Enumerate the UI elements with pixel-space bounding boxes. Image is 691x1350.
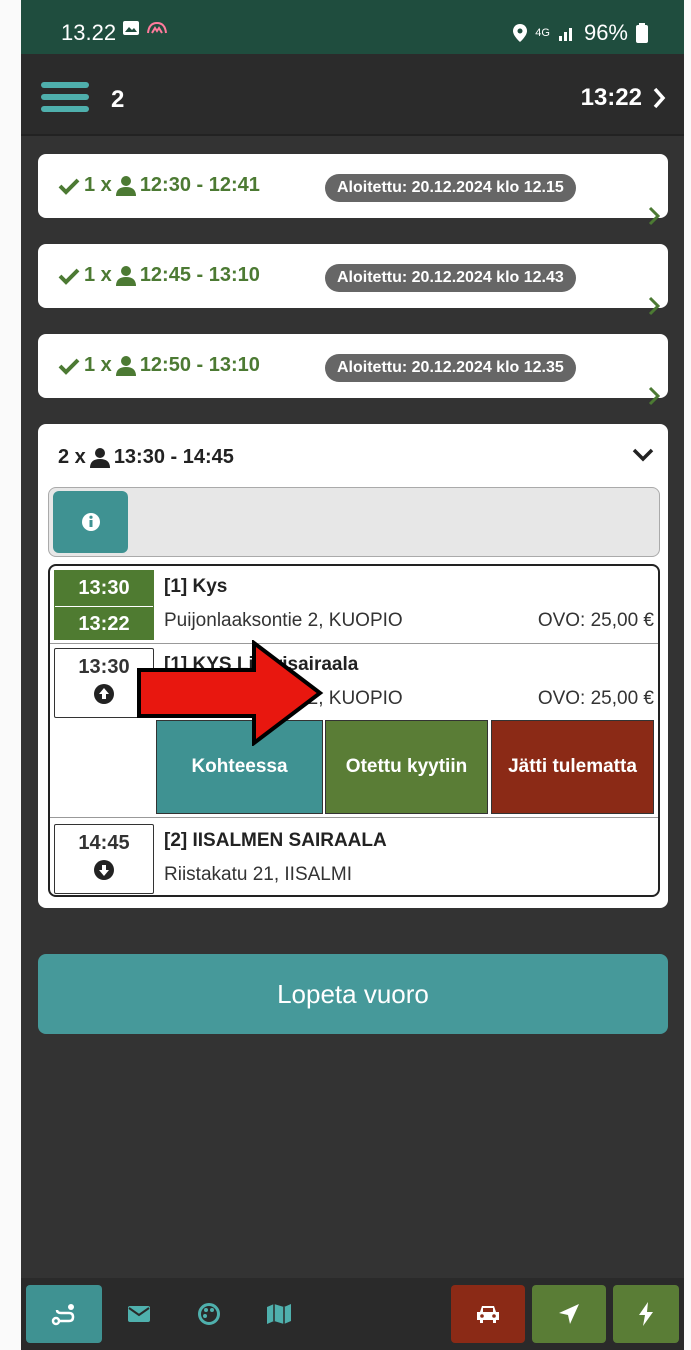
stop-address: Riistakatu 21, IISALMI xyxy=(164,864,352,885)
stop-times: 13:30 13:22 xyxy=(54,570,154,640)
nav-route[interactable] xyxy=(26,1285,102,1343)
trip-time-range: 12:30 - 12:41 xyxy=(139,174,260,196)
trip-count: 1 x xyxy=(84,174,112,196)
stop-price: OVO: 25,00 € xyxy=(537,688,654,709)
planned-time: 13:30 xyxy=(78,577,130,599)
status-badge: Aloitettu: 20.12.2024 klo 12.35 xyxy=(325,354,576,382)
stop-price: OVO: 25,00 € xyxy=(537,610,654,631)
pickup-arrow-icon xyxy=(94,684,114,704)
bolt-icon xyxy=(639,1302,653,1326)
red-arrow-annotation xyxy=(137,640,324,746)
status-right: 4G 96% xyxy=(513,20,648,46)
active-trip-card: 2 x 13:30 - 14:45 13:30 13:22 [1] Kys Pu… xyxy=(38,424,668,908)
dropoff-arrow-icon xyxy=(94,860,114,880)
chevron-right-icon xyxy=(648,386,660,406)
status-bar: 13.22 4G 96% xyxy=(21,0,684,54)
next-time-button[interactable]: 13:22 xyxy=(581,84,666,112)
palette-icon xyxy=(198,1303,220,1325)
check-icon xyxy=(58,178,80,195)
stop-item[interactable]: 14:45 [2] IISALMEN SAIRAALA Riistakatu 2… xyxy=(50,818,658,895)
trip-time-range: 12:45 - 13:10 xyxy=(139,264,260,286)
battery-icon xyxy=(636,23,648,43)
status-time: 13.22 xyxy=(61,20,117,45)
car-icon xyxy=(477,1306,499,1323)
trip-count: 1 x xyxy=(84,264,112,286)
trip-card-2[interactable]: 1 x 12:45 - 13:10 Aloitettu: 20.12.2024 … xyxy=(38,244,668,316)
person-icon xyxy=(115,175,136,196)
trip-card-1[interactable]: 1 x 12:30 - 12:41 Aloitettu: 20.12.2024 … xyxy=(38,154,668,226)
person-icon xyxy=(115,355,136,376)
nav-navigation[interactable] xyxy=(532,1285,606,1343)
stop-name: [2] IISALMEN SAIRAALA xyxy=(164,830,387,851)
gallery-icon xyxy=(123,21,139,35)
person-icon xyxy=(115,265,136,286)
route-icon xyxy=(51,1304,75,1326)
location-icon xyxy=(513,24,528,42)
status-badge: Aloitettu: 20.12.2024 klo 12.15 xyxy=(325,174,576,202)
trip-card-3[interactable]: 1 x 12:50 - 13:10 Aloitettu: 20.12.2024 … xyxy=(38,334,668,406)
end-shift-button[interactable]: Lopeta vuoro xyxy=(38,954,668,1034)
stop-item[interactable]: 13:30 13:22 [1] Kys Puijonlaaksontie 2, … xyxy=(50,566,658,644)
status-icons xyxy=(122,19,168,37)
nav-messages[interactable] xyxy=(111,1285,167,1343)
chevron-right-icon xyxy=(648,296,660,316)
person-icon xyxy=(89,447,110,468)
nav-vehicle[interactable] xyxy=(451,1285,525,1343)
stop-times: 14:45 xyxy=(54,824,154,894)
hamburger-icon xyxy=(41,82,89,88)
stop-address: Puijonlaaksontie 2, KUOPIO xyxy=(164,610,403,631)
mail-icon xyxy=(128,1306,150,1322)
trip-count: 1 x xyxy=(84,354,112,376)
stop-name: [1] Kys xyxy=(164,576,228,597)
header-time: 13:22 xyxy=(580,84,642,111)
app-notification-icon xyxy=(147,21,167,34)
check-icon xyxy=(58,268,80,285)
actual-time: 13:22 xyxy=(55,606,153,641)
status-badge: Aloitettu: 20.12.2024 klo 12.43 xyxy=(325,264,576,292)
trip-count: 2 xyxy=(111,86,125,113)
trip-time-range: 12:50 - 13:10 xyxy=(139,354,260,376)
nav-power[interactable] xyxy=(613,1285,679,1343)
chevron-down-icon[interactable] xyxy=(632,448,654,462)
location-arrow-icon xyxy=(559,1304,579,1324)
top-bar: 2 13:22 xyxy=(21,54,684,136)
active-trip-range: 13:30 - 14:45 xyxy=(113,446,234,468)
chevron-right-icon xyxy=(653,87,666,109)
phone-screen: 13.22 4G 96% 2 13:22 1 x 12:30 - 12:41 A… xyxy=(21,0,684,1350)
menu-button[interactable] xyxy=(41,82,89,112)
map-icon xyxy=(267,1304,291,1324)
check-icon xyxy=(58,358,80,375)
planned-time: 14:45 xyxy=(78,832,130,854)
info-icon xyxy=(81,513,100,531)
picked-up-button[interactable]: Otettu kyytiin xyxy=(325,720,488,814)
signal-icon xyxy=(558,28,572,41)
info-button[interactable] xyxy=(53,491,128,553)
no-show-button[interactable]: Jätti tulematta xyxy=(491,720,654,814)
network-label: 4G xyxy=(535,27,550,39)
nav-theme[interactable] xyxy=(181,1285,237,1343)
chevron-right-icon xyxy=(648,206,660,226)
active-trip-count: 2 x xyxy=(58,446,86,468)
bottom-nav xyxy=(21,1278,684,1350)
nav-map[interactable] xyxy=(251,1285,307,1343)
info-bar xyxy=(48,487,660,557)
battery-label: 96% xyxy=(583,20,628,45)
